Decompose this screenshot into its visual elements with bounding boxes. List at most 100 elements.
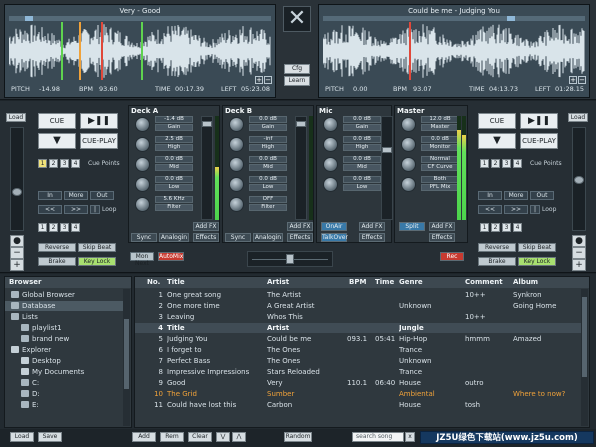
browser-scrollbar[interactable]: [123, 289, 130, 426]
cue-point-1[interactable]: 1: [480, 159, 489, 168]
skip-beat-button[interactable]: Skip Beat: [78, 243, 116, 252]
column-header-comment[interactable]: Comment: [465, 277, 503, 288]
filter-knob-icon[interactable]: [135, 197, 150, 212]
pitch-reset-button[interactable]: ●: [572, 235, 586, 247]
deck-left-load-button[interactable]: Load: [6, 113, 26, 122]
gain-knob-icon[interactable]: [323, 117, 338, 132]
track-group-row[interactable]: 4 Title Artist Jungle: [135, 323, 583, 333]
deck-a-high[interactable]: 2.5 dB High: [133, 136, 193, 154]
playlist-load-button[interactable]: Load: [10, 432, 34, 442]
master-cf-curve[interactable]: Normal CF Curve: [399, 156, 459, 174]
track-list-scrollbar[interactable]: [581, 289, 588, 426]
gain-knob-icon[interactable]: [135, 117, 150, 132]
remove-track-button[interactable]: Rem: [160, 432, 184, 442]
move-down-button[interactable]: ⋁: [216, 432, 230, 442]
loop-in-button[interactable]: In: [478, 191, 502, 200]
config-button[interactable]: Cfg: [284, 64, 310, 74]
browser-item[interactable]: brand new: [5, 334, 123, 344]
loop-forward-button[interactable]: >>: [64, 205, 88, 214]
mic-add-fx-button[interactable]: Add FX: [359, 222, 385, 231]
deck-left-position-strip[interactable]: [9, 16, 271, 21]
cf-curve-knob-icon[interactable]: [401, 157, 416, 172]
deck-b-effects-button[interactable]: Effects: [287, 233, 313, 242]
browser-item[interactable]: My Documents: [5, 367, 123, 377]
table-row[interactable]: 5 Judging You Could be me 093.1 05:41 Hip-Hop…: [135, 334, 583, 344]
low-knob-icon[interactable]: [229, 177, 244, 192]
sync-button[interactable]: ▼: [478, 133, 516, 149]
random-button[interactable]: Random: [284, 432, 312, 442]
pitch-slider-handle[interactable]: [574, 176, 584, 184]
mid-knob-icon[interactable]: [135, 157, 150, 172]
browser-item[interactable]: Global Browser: [5, 290, 123, 300]
playlist-save-button[interactable]: Save: [38, 432, 62, 442]
pitch-reset-button[interactable]: ●: [10, 235, 24, 247]
deck-a-analog-button[interactable]: Analogin: [159, 233, 189, 242]
pitch-down-button[interactable]: −: [572, 247, 586, 259]
table-row[interactable]: 6 I forget to The Ones Trance: [135, 345, 583, 355]
cue-button[interactable]: CUE: [478, 113, 516, 129]
loop-size-1[interactable]: 1: [480, 223, 489, 232]
high-knob-icon[interactable]: [135, 137, 150, 152]
cue-play-button[interactable]: CUE-PLAY: [80, 133, 118, 149]
mic-mid[interactable]: 0.0 dB Mid: [321, 156, 381, 174]
deck-a-add-fx-button[interactable]: Add FX: [193, 222, 219, 231]
table-row[interactable]: 8 Impressive Impressions Stars Reloaded Tra…: [135, 367, 583, 377]
search-input[interactable]: search song: [352, 432, 404, 442]
cue-point-4[interactable]: 4: [513, 159, 522, 168]
loop-out-button[interactable]: Out: [90, 191, 114, 200]
deck-right-position-marker[interactable]: [507, 16, 515, 21]
column-header-artist[interactable]: Artist: [267, 277, 289, 288]
table-row[interactable]: 2 One more time A Great Artist Unknown Going…: [135, 301, 583, 311]
play-pause-button[interactable]: ▶❚❚: [520, 113, 558, 129]
cue-point-2[interactable]: 2: [491, 159, 500, 168]
deck-right-load-button[interactable]: Load: [568, 113, 588, 122]
deck-right-position-strip[interactable]: [323, 16, 585, 21]
search-clear-button[interactable]: x: [405, 432, 415, 442]
deck-b-gain[interactable]: 0.0 dB Gain: [227, 116, 287, 134]
browser-item[interactable]: D:: [5, 389, 123, 399]
loop-size-3[interactable]: 3: [60, 223, 69, 232]
filter-knob-icon[interactable]: [229, 197, 244, 212]
record-button[interactable]: Rec: [440, 252, 464, 261]
clear-list-button[interactable]: Clear: [188, 432, 212, 442]
gain-knob-icon[interactable]: [229, 117, 244, 132]
loop-in-button[interactable]: In: [38, 191, 62, 200]
move-up-button[interactable]: ⋀: [232, 432, 246, 442]
loop-size-1[interactable]: 1: [38, 223, 47, 232]
loop-back-button[interactable]: <<: [478, 205, 502, 214]
volume-fader-cap[interactable]: [382, 147, 392, 153]
deck-left-wave-graph[interactable]: [9, 22, 271, 80]
mid-knob-icon[interactable]: [323, 157, 338, 172]
deck-a-mid[interactable]: 0.0 dB Mid: [133, 156, 193, 174]
cue-button[interactable]: CUE: [38, 113, 76, 129]
deck-b-filter[interactable]: OFF Filter: [227, 196, 287, 214]
table-row[interactable]: 1 One great song The Artist 10++ Synkron: [135, 290, 583, 300]
column-header-bpm[interactable]: BPM: [349, 277, 366, 288]
deck-b-volume-fader[interactable]: [295, 116, 307, 220]
cue-point-1[interactable]: 1: [38, 159, 47, 168]
column-header-time[interactable]: Time: [375, 277, 394, 288]
crossfader[interactable]: [247, 251, 333, 267]
deck-left-position-marker[interactable]: [25, 16, 33, 21]
loop-more-button[interactable]: More: [504, 191, 528, 200]
master-monitor[interactable]: 0.0 dB Monitor: [399, 136, 459, 154]
pitch-slider-handle[interactable]: [12, 188, 22, 196]
mic-low[interactable]: 0.0 dB Low: [321, 176, 381, 194]
master-knob-icon[interactable]: [401, 117, 416, 132]
loop-toggle-button[interactable]: |: [530, 205, 540, 214]
master-volume[interactable]: 12.0 dB Master: [399, 116, 459, 134]
column-header-genre[interactable]: Genre: [399, 277, 423, 288]
deck-a-gain[interactable]: -1.4 dB Gain: [133, 116, 193, 134]
monitor-knob-icon[interactable]: [401, 137, 416, 152]
pitch-up-button[interactable]: +: [10, 259, 24, 271]
mid-knob-icon[interactable]: [229, 157, 244, 172]
browser-item[interactable]: playlist1: [5, 323, 123, 333]
sync-button[interactable]: ▼: [38, 133, 76, 149]
loop-more-button[interactable]: More: [64, 191, 88, 200]
browser-item[interactable]: E:: [5, 400, 123, 410]
high-knob-icon[interactable]: [229, 137, 244, 152]
browser-item[interactable]: Explorer: [5, 345, 123, 355]
skip-beat-button[interactable]: Skip Beat: [518, 243, 556, 252]
loop-out-button[interactable]: Out: [530, 191, 554, 200]
key-lock-button[interactable]: Key Lock: [78, 257, 116, 266]
